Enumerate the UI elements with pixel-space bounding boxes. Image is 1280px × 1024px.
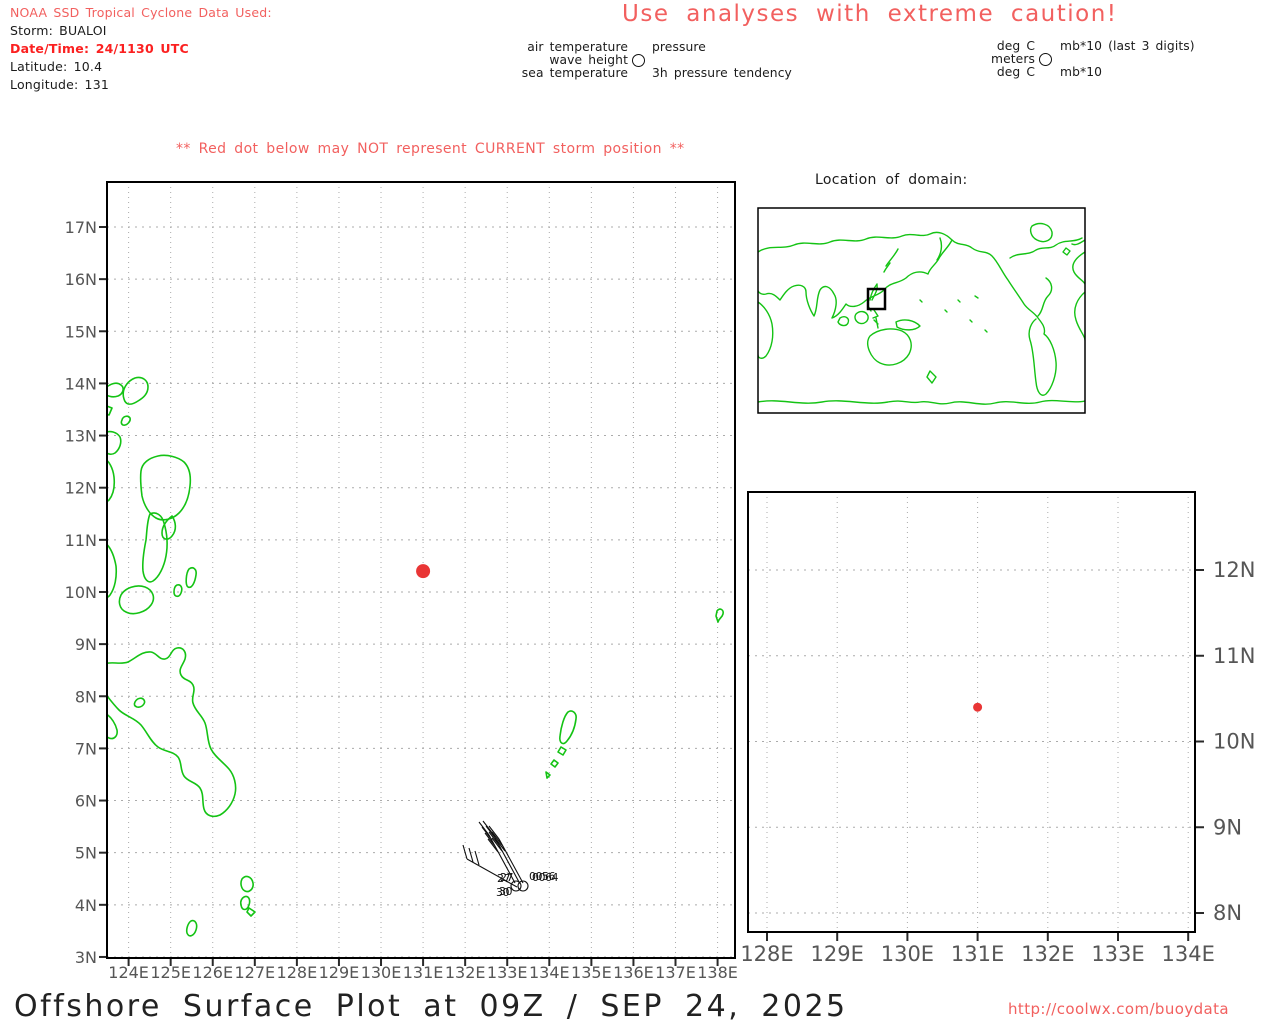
x-tick-label: 131E	[951, 942, 1004, 966]
station-pressure: 0064	[532, 871, 558, 884]
y-tick-label: 12N	[1213, 558, 1255, 582]
storm-position-dot	[973, 702, 983, 712]
x-tick-label: 134E	[1162, 942, 1215, 966]
x-tick-label: 133E	[1091, 942, 1144, 966]
y-tick-label: 14N	[65, 374, 97, 393]
x-tick-label: 131E	[403, 963, 444, 982]
x-tick-label: 130E	[361, 963, 402, 982]
y-tick-label: 5N	[75, 844, 97, 863]
coastline-path	[133, 697, 146, 708]
coastline-path	[185, 919, 198, 937]
x-tick-label: 128E	[740, 942, 793, 966]
coastline-path	[758, 231, 953, 319]
y-tick-label: 7N	[75, 739, 97, 758]
main-map-grid-and-axes: 124E 125E 126E 127E 128E 129E 130E 131E 132E 133E…	[65, 182, 738, 982]
station-sea-temp: 30	[499, 885, 512, 898]
plot-canvas: 124E 125E 126E 127E 128E 129E 130E 131E 132E 133E…	[65, 181, 1255, 982]
x-tick-label: 130E	[881, 942, 934, 966]
x-tick-label: 134E	[529, 963, 570, 982]
coastline-path	[550, 759, 559, 768]
y-tick-label: 6N	[75, 792, 97, 811]
station-plot-cluster: 27 27 0056 0064 30 30	[462, 820, 559, 899]
coastline-path	[239, 895, 251, 911]
coastline-path	[854, 310, 869, 325]
coastline-path	[837, 316, 850, 327]
coastline-path	[715, 608, 724, 623]
y-tick-label: 11N	[1213, 644, 1255, 668]
y-tick-label: 11N	[65, 531, 97, 550]
x-tick-label: 127E	[234, 963, 275, 982]
coastline-path	[185, 567, 197, 589]
coastline-path	[107, 647, 237, 818]
offshore-surface-plot-page: { "header": { "source_line": "NOAA SSD T…	[0, 0, 1280, 1024]
x-tick-label: 126E	[192, 963, 233, 982]
main-map-coastlines	[107, 376, 724, 937]
storm-position-dot	[416, 564, 431, 579]
y-tick-label: 9N	[75, 635, 97, 654]
y-tick-label: 10N	[65, 583, 97, 602]
x-tick-label: 135E	[571, 963, 612, 982]
y-tick-label: 10N	[1213, 730, 1255, 754]
coastline-path	[173, 584, 183, 598]
y-tick-label: 12N	[65, 479, 97, 498]
y-tick-label: 3N	[75, 948, 97, 967]
coastline-path	[240, 875, 254, 893]
coastline-path	[926, 370, 937, 384]
x-tick-label: 129E	[319, 963, 360, 982]
coastline-path	[557, 746, 567, 756]
source-url: http://coolwx.com/buoydata	[1008, 1000, 1229, 1018]
coastline-path	[120, 415, 131, 426]
coastline-path	[1074, 291, 1085, 341]
y-tick-label: 15N	[65, 322, 97, 341]
zoom-inset-grid-and-axes: 128E 129E 130E 131E 132E 133E 134E 12N 11N 10N 9N 8…	[740, 492, 1255, 966]
coastline-path	[758, 399, 1085, 405]
station-air-temp: 27	[500, 871, 513, 884]
coastline-path	[1071, 239, 1085, 285]
coastline-path	[867, 328, 912, 366]
coastline-path	[883, 248, 899, 273]
coastline-path	[139, 454, 192, 521]
coastline-path	[107, 459, 116, 503]
x-tick-label: 136E	[613, 963, 654, 982]
zoom-inset-frame	[747, 491, 1196, 933]
coastline-path	[107, 713, 118, 740]
coastline-path	[107, 543, 118, 599]
x-tick-label: 138E	[697, 963, 738, 982]
y-tick-label: 8N	[1213, 901, 1242, 925]
x-tick-label: 137E	[655, 963, 696, 982]
x-tick-label: 128E	[277, 963, 318, 982]
coastline-path	[936, 237, 943, 261]
coastline-path	[1029, 222, 1053, 243]
y-tick-label: 13N	[65, 427, 97, 446]
coastline-path	[919, 295, 988, 333]
coastline-path	[758, 301, 774, 359]
coastline-path	[951, 239, 1057, 396]
world-inset-coastlines	[758, 222, 1085, 405]
y-tick-label: 8N	[75, 687, 97, 706]
coastline-path	[122, 376, 149, 405]
x-tick-label: 133E	[487, 963, 528, 982]
x-tick-label: 129E	[811, 942, 864, 966]
plot-title: Offshore Surface Plot at 09Z / SEP 24, 2…	[14, 989, 848, 1024]
y-tick-label: 4N	[75, 896, 97, 915]
y-tick-label: 9N	[1213, 815, 1242, 839]
x-tick-label: 125E	[150, 963, 191, 982]
coastline-path	[1062, 247, 1071, 256]
coastline-path	[895, 319, 921, 331]
x-tick-label: 132E	[1021, 942, 1074, 966]
coastline-path	[559, 710, 577, 745]
y-tick-label: 17N	[65, 218, 97, 237]
coastline-path	[118, 585, 155, 615]
y-tick-label: 16N	[65, 270, 97, 289]
coastline-path	[141, 512, 168, 583]
coastline-path	[1009, 237, 1083, 317]
x-tick-label: 132E	[445, 963, 486, 982]
x-tick-label: 124E	[108, 963, 149, 982]
coastline-path	[873, 317, 879, 329]
coastline-path	[246, 907, 256, 917]
